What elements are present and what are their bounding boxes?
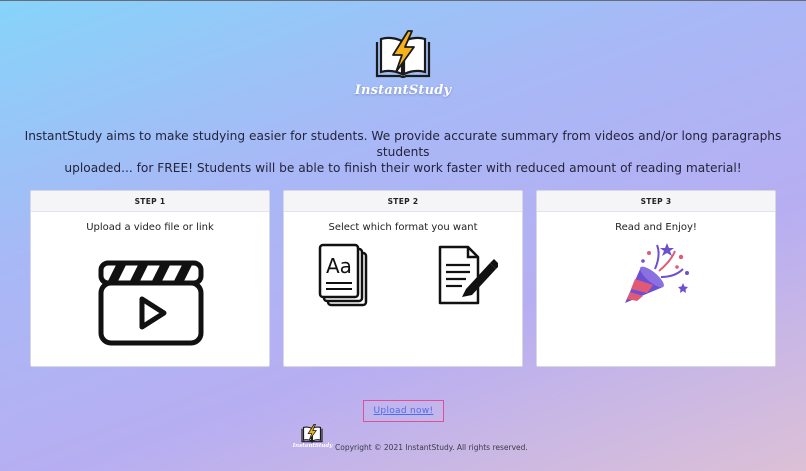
step-text: Read and Enjoy!: [615, 222, 697, 233]
copyright-text: Copyright © 2021 InstantStudy. All right…: [335, 443, 528, 452]
svg-text:Aa: Aa: [326, 254, 352, 278]
intro-line-2: uploaded... for FREE! Students will be a…: [64, 161, 742, 175]
step-card-2: STEP 2 Select which format you want Aa: [283, 190, 523, 367]
video-clapper-icon: [98, 260, 204, 346]
footer-brand: InstantStudy: [292, 443, 333, 449]
party-popper-icon: [625, 243, 689, 303]
upload-now-button[interactable]: Upload now!: [363, 400, 444, 422]
footer: InstantStudy Copyright © 2021 InstantStu…: [290, 424, 530, 454]
footer-logo-icon: [301, 424, 323, 443]
step-label: STEP 3: [537, 191, 775, 212]
top-border: [0, 0, 806, 1]
flashcards-icon: Aa: [318, 243, 368, 307]
book-bolt-icon: [375, 30, 431, 79]
step-card-3: STEP 3 Read and Enjoy!: [536, 190, 776, 367]
step-label: STEP 1: [31, 191, 269, 212]
intro-paragraph: InstantStudy aims to make studying easie…: [20, 128, 786, 176]
brand-logo[interactable]: InstantStudy: [348, 30, 458, 102]
step-text: Select which format you want: [328, 222, 478, 233]
step-card-1: STEP 1 Upload a video file or link: [30, 190, 270, 367]
intro-line-1: InstantStudy aims to make studying easie…: [24, 129, 782, 159]
step-label: STEP 2: [284, 191, 522, 212]
step-text: Upload a video file or link: [86, 222, 214, 233]
brand-name: InstantStudy: [354, 83, 452, 98]
document-edit-icon: [438, 245, 498, 305]
